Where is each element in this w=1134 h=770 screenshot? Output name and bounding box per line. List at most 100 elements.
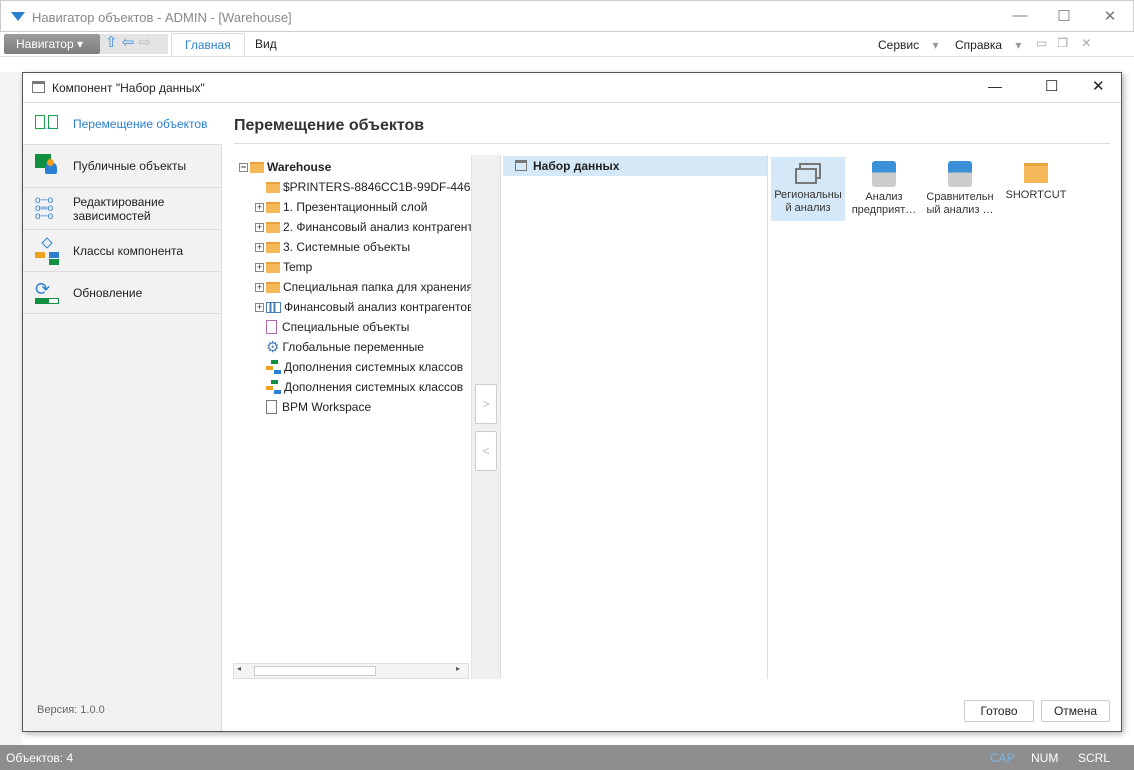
objects-view[interactable]: Региональны й анализ Анализ предприят… Сра… — [769, 155, 1109, 679]
tree-item[interactable]: + Специальная папка для хранения ко — [255, 277, 471, 297]
dialog-minimize-button[interactable]: — — [988, 78, 1002, 94]
menu-help[interactable]: Справка ▾ — [955, 38, 1021, 52]
sidebar-label: Редактирование зависимостей — [73, 194, 165, 223]
folder-icon — [266, 221, 280, 233]
expand-icon[interactable]: + — [255, 282, 264, 292]
component-dialog: Компонент "Набор данных" — ☐ ✕ → Перемещ… — [22, 72, 1122, 732]
cancel-button[interactable]: Отмена — [1041, 700, 1110, 722]
tree-root-label: Warehouse — [267, 160, 332, 174]
folder-icon — [266, 201, 280, 213]
tree-item[interactable]: BPM Workspace — [266, 397, 371, 417]
public-objects-icon — [35, 154, 61, 178]
dialog-maximize-button[interactable]: ☐ — [1045, 77, 1058, 95]
menu-service[interactable]: Сервис ▾ — [878, 38, 938, 52]
app-title: Навигатор объектов - ADMIN - [Warehouse] — [32, 10, 292, 25]
target-root[interactable]: Набор данных — [503, 156, 767, 176]
folder-icon — [266, 181, 280, 193]
folder-icon — [266, 281, 280, 293]
sidebar-item-move-objects[interactable]: → Перемещение объектов — [23, 103, 222, 145]
minimize-button[interactable]: — — [1005, 7, 1035, 24]
mdi-controls[interactable]: ▭ ❐ ✕ — [1036, 36, 1092, 50]
tree-item[interactable]: ⚙ Глобальные переменные — [266, 337, 424, 357]
sidebar-item-dependencies[interactable]: o─o o═o o─o Редактирование зависимостей — [23, 188, 222, 230]
target-tree[interactable]: Набор данных — [503, 155, 768, 679]
cube-icon — [872, 161, 896, 187]
done-button[interactable]: Готово — [964, 700, 1034, 722]
tree-item[interactable]: + Финансовый анализ контрагентов — [255, 297, 471, 317]
collapse-icon[interactable]: − — [239, 162, 248, 172]
cap-indicator: CAP — [990, 751, 1015, 765]
scrl-indicator: SCRL — [1078, 751, 1111, 765]
tree-item-label: Глобальные переменные — [282, 340, 424, 354]
file-icon — [266, 400, 277, 414]
folder-icon — [250, 161, 264, 173]
expand-icon[interactable]: + — [255, 202, 264, 212]
tree-root[interactable]: − Warehouse — [239, 157, 331, 177]
menu-service-label: Сервис — [878, 38, 920, 52]
expand-icon[interactable]: + — [255, 302, 264, 312]
navigator-label: Навигатор — [16, 37, 74, 51]
maximize-button[interactable]: ☐ — [1049, 7, 1079, 25]
object-tile[interactable]: Региональны й анализ — [771, 157, 845, 221]
expand-icon[interactable]: + — [255, 262, 264, 272]
tree-item[interactable]: $PRINTERS-8846CC1B-99DF-446F-AF3 — [266, 177, 471, 197]
dialog-close-button[interactable]: ✕ — [1092, 77, 1105, 95]
divider — [234, 143, 1110, 144]
expand-icon[interactable]: + — [255, 242, 264, 252]
target-root-label: Набор данных — [533, 159, 620, 173]
folder-icon — [1024, 163, 1048, 183]
close-button[interactable]: ✕ — [1095, 7, 1125, 25]
window-icon — [795, 163, 821, 185]
source-tree[interactable]: − Warehouse $PRINTERS-8846CC1B-99DF-446F-… — [233, 155, 471, 679]
chart-icon — [266, 301, 281, 313]
object-tile[interactable]: SHORTCUT — [999, 157, 1073, 221]
sidebar-item-public-objects[interactable]: Публичные объекты — [23, 145, 222, 188]
tab-view[interactable]: Вид — [242, 33, 290, 56]
scrollbar-thumb[interactable] — [254, 666, 376, 676]
up-icon[interactable]: ⇧ — [105, 34, 118, 51]
component-icon — [515, 160, 527, 171]
tree-item-label: 3. Системные объекты — [283, 240, 411, 254]
tree-item-label: 2. Финансовый анализ контрагентов — [283, 220, 471, 234]
tile-label: Анализ предприят… — [851, 191, 917, 216]
sidebar: → Перемещение объектов Публичные объекты… — [23, 103, 222, 731]
dependencies-icon: o─o o═o o─o — [35, 194, 54, 222]
object-tile[interactable]: Анализ предприят… — [847, 157, 921, 221]
background-panel — [0, 72, 22, 745]
navigator-button[interactable]: Навигатор ▾ — [4, 34, 100, 54]
tree-item-label: Специальная папка для хранения ко — [283, 280, 471, 294]
sidebar-label: Перемещение объектов — [73, 116, 208, 131]
tree-item[interactable]: +2. Финансовый анализ контрагентов — [255, 217, 471, 237]
sidebar-item-component-classes[interactable]: Классы компонента — [23, 230, 222, 272]
sidebar-item-update[interactable]: ⟳ Обновление — [23, 272, 222, 314]
tree-item-label: Дополнения системных классов — [284, 360, 464, 374]
tree-item[interactable]: Специальные объекты — [266, 317, 409, 337]
tree-item[interactable]: + Temp — [255, 257, 312, 277]
horizontal-scrollbar[interactable]: ◂ ▸ — [233, 663, 469, 679]
tree-item-label: Temp — [283, 260, 313, 274]
expand-icon[interactable]: + — [255, 222, 264, 232]
nav-arrows: ⇧ ⇦ ⇨ — [100, 34, 168, 54]
tab-main[interactable]: Главная — [171, 33, 245, 56]
tree-item[interactable]: +3. Системные объекты — [255, 237, 410, 257]
tree-item[interactable]: Дополнения системных классов — [266, 357, 463, 377]
forward-icon[interactable]: ⇨ — [139, 34, 152, 51]
status-bar: Объектов: 4 CAP NUM SCRL — [0, 745, 1134, 770]
dialog-title-bar: Компонент "Набор данных" — ☐ ✕ — [23, 73, 1121, 103]
back-icon[interactable]: ⇦ — [122, 34, 135, 51]
folder-icon — [266, 241, 280, 253]
sidebar-label: Обновление — [73, 285, 143, 300]
num-indicator: NUM — [1031, 751, 1059, 765]
move-objects-icon: → — [35, 112, 61, 136]
folder-icon — [266, 261, 280, 273]
move-left-button[interactable]: < — [475, 431, 497, 471]
object-tile[interactable]: Сравнительн ый анализ … — [923, 157, 997, 221]
menu-help-label: Справка — [955, 38, 1003, 52]
move-right-button[interactable]: > — [475, 384, 497, 424]
sidebar-label: Классы компонента — [73, 243, 184, 258]
component-icon — [32, 81, 45, 93]
sidebar-label: Публичные объекты — [73, 159, 187, 173]
tree-item[interactable]: Дополнения системных классов — [266, 377, 463, 397]
tree-item[interactable]: +1. Презентационный слой — [255, 197, 427, 217]
tree-item-label: Финансовый анализ контрагентов — [284, 300, 471, 314]
